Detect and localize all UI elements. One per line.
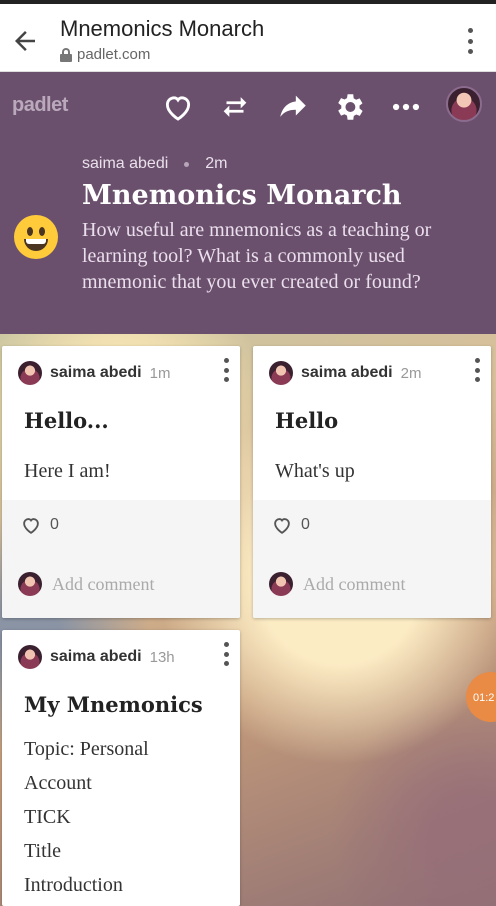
post-time: 13h — [149, 648, 175, 666]
like-count: 0 — [50, 516, 59, 533]
post-header: saima abedi 2m — [269, 361, 421, 385]
padlet-author: saima abedi — [82, 155, 169, 172]
post-footer: 0 Add comment — [253, 500, 491, 618]
heart-icon — [274, 518, 290, 534]
padlet-logo[interactable]: padlet — [12, 94, 68, 117]
padlet-header: padlet saima abedi 2m Mnemonics Monarch … — [0, 72, 496, 334]
post-time: 1m — [149, 364, 171, 382]
padlet-author-line: saima abedi 2m — [82, 155, 228, 173]
post-footer: 0 Add comment — [2, 500, 240, 618]
back-arrow-icon[interactable] — [10, 26, 40, 56]
post-header: saima abedi 1m — [18, 361, 170, 385]
separator-dot — [184, 161, 190, 167]
like-button[interactable]: 0 — [20, 514, 59, 536]
more-vert-icon[interactable] — [468, 28, 474, 54]
remix-icon[interactable] — [218, 90, 252, 124]
post-header: saima abedi 13h — [18, 645, 175, 669]
like-button[interactable]: 0 — [271, 514, 310, 536]
lock-icon — [60, 48, 72, 62]
avatar — [269, 361, 293, 385]
post-card[interactable]: saima abedi 1m Hello... Here I am! 0 Add… — [2, 346, 240, 618]
padlet-description: How useful are mnemonics as a teaching o… — [82, 219, 432, 293]
browser-bar: Mnemonics Monarch padlet.com — [0, 0, 496, 72]
avatar — [18, 572, 42, 596]
grinning-emoji-icon — [14, 215, 58, 259]
heart-icon — [23, 518, 39, 534]
padlet-time: 2m — [205, 155, 228, 172]
post-author: saima abedi — [50, 364, 142, 381]
comment-placeholder: Add comment — [303, 573, 406, 594]
post-author: saima abedi — [50, 648, 142, 665]
post-card[interactable]: saima abedi 13h My Mnemonics Topic: Pers… — [2, 630, 240, 906]
more-horiz-icon[interactable] — [389, 90, 423, 124]
like-count: 0 — [301, 516, 310, 533]
url-display[interactable]: padlet.com — [60, 46, 150, 63]
comment-placeholder: Add comment — [52, 573, 155, 594]
page-title: Mnemonics Monarch — [60, 16, 265, 41]
avatar — [269, 572, 293, 596]
heart-icon[interactable] — [161, 90, 195, 124]
post-title: Hello — [275, 408, 339, 433]
post-title: My Mnemonics — [24, 692, 203, 717]
padlet-title: Mnemonics Monarch — [82, 180, 402, 211]
avatar — [18, 645, 42, 669]
post-card[interactable]: saima abedi 2m Hello What's up 0 Add com… — [253, 346, 491, 618]
more-vert-icon[interactable] — [475, 358, 481, 382]
more-vert-icon[interactable] — [224, 358, 230, 382]
post-body: What's up — [275, 460, 355, 482]
post-time: 2m — [400, 364, 422, 382]
add-comment-field[interactable]: Add comment — [269, 572, 405, 596]
post-title: Hello... — [24, 408, 109, 433]
post-author: saima abedi — [301, 364, 393, 381]
more-vert-icon[interactable] — [224, 642, 230, 666]
post-body: Here I am! — [24, 460, 111, 482]
add-comment-field[interactable]: Add comment — [18, 572, 154, 596]
user-avatar[interactable] — [446, 86, 482, 122]
url-text: padlet.com — [77, 46, 151, 63]
post-body: Topic: Personal Account TICK Title Intro… — [24, 738, 149, 896]
avatar — [18, 361, 42, 385]
gear-icon[interactable] — [332, 90, 366, 124]
share-icon[interactable] — [276, 90, 310, 124]
